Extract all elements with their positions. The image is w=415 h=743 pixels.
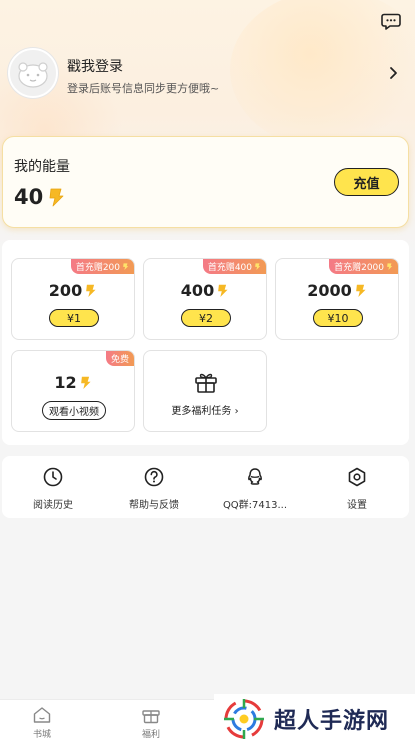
free-video-reward[interactable]: 免费 12 观看小视频	[11, 350, 135, 432]
first-recharge-badge: 首充赠400	[202, 259, 266, 274]
badge-text: 首充赠200	[75, 263, 120, 273]
gift-box-icon	[195, 373, 217, 393]
avatar[interactable]	[8, 48, 58, 98]
site-watermark: 超人手游网	[214, 694, 415, 743]
amount-text: 12	[54, 373, 77, 392]
energy-coin-icon	[255, 263, 261, 270]
badge-text: 首充赠400	[207, 263, 252, 273]
amount-text: 2000	[307, 281, 352, 300]
history-clock-icon	[43, 467, 63, 487]
nav-label: 福利	[141, 730, 160, 740]
tool-label: 帮助与反馈	[129, 500, 179, 511]
qq-penguin-icon	[248, 468, 262, 485]
first-recharge-badge: 首充赠2000	[329, 259, 398, 274]
package-amount: 200	[12, 281, 134, 300]
amount-text: 400	[180, 281, 215, 300]
tools-panel: 阅读历史 帮助与反馈 QQ群:7413... 设置	[2, 456, 409, 518]
recharge-package-400[interactable]: 首充赠400 400 ¥2	[143, 258, 267, 340]
energy-balance: 40	[14, 185, 65, 209]
message-button[interactable]	[380, 12, 402, 32]
price-button[interactable]: ¥2	[181, 309, 231, 327]
reward-amount: 12	[12, 373, 134, 392]
reading-history-button[interactable]: 阅读历史	[3, 466, 103, 511]
energy-coin-icon	[387, 263, 393, 270]
energy-coin-icon	[80, 376, 91, 389]
help-feedback-button[interactable]: 帮助与反馈	[104, 466, 204, 511]
energy-coin-icon	[218, 284, 228, 297]
more-tasks-label: 更多福利任务 ›	[171, 406, 239, 417]
recharge-button[interactable]: 充值	[334, 168, 399, 196]
settings-hexagon-icon	[348, 467, 366, 487]
rewards-panel: 首充赠200 200 ¥1 首充赠400 400 ¥2 首充赠2000 2000…	[2, 240, 409, 445]
energy-coin-icon	[86, 284, 96, 297]
nav-item-welfare[interactable]: 福利	[121, 706, 181, 740]
tool-label: 阅读历史	[33, 500, 73, 511]
nav-label: 书城	[32, 730, 51, 740]
badge-text: 免费	[110, 355, 129, 365]
price-button[interactable]: ¥10	[313, 309, 363, 327]
gift-icon	[142, 710, 160, 724]
recharge-package-200[interactable]: 首充赠200 200 ¥1	[11, 258, 135, 340]
qq-group-button[interactable]: QQ群:7413...	[205, 466, 305, 511]
recharge-package-2000[interactable]: 首充赠2000 2000 ¥10	[275, 258, 399, 340]
login-subtitle: 登录后账号信息同步更方便哦~	[67, 82, 220, 95]
watermark-text: 超人手游网	[274, 708, 390, 734]
nav-item-bookstore[interactable]: 书城	[12, 706, 72, 740]
price-button[interactable]: ¥1	[49, 309, 99, 327]
default-avatar-icon	[18, 62, 48, 88]
login-title[interactable]: 戳我登录	[67, 56, 123, 76]
tool-label: 设置	[347, 500, 367, 511]
settings-button[interactable]: 设置	[307, 466, 407, 511]
energy-title: 我的能量	[14, 159, 70, 175]
home-icon	[33, 707, 51, 723]
package-amount: 2000	[276, 281, 398, 300]
chevron-right-icon[interactable]	[386, 65, 400, 81]
badge-text: 首充赠2000	[334, 263, 384, 273]
chat-bubble-icon	[381, 13, 401, 30]
help-question-icon	[144, 467, 164, 487]
package-amount: 400	[144, 281, 266, 300]
free-badge: 免费	[105, 351, 134, 366]
energy-card: 我的能量 40 充值	[2, 136, 409, 228]
tool-label: QQ群:7413...	[222, 500, 288, 511]
energy-coin-icon	[49, 188, 64, 207]
more-tasks-tile[interactable]: 更多福利任务 ›	[143, 350, 267, 432]
amount-text: 200	[48, 281, 83, 300]
energy-coin-icon	[123, 263, 129, 270]
energy-coin-icon	[355, 284, 366, 297]
energy-value: 40	[14, 185, 44, 209]
first-recharge-badge: 首充赠200	[70, 259, 134, 274]
watermark-logo-icon	[224, 698, 264, 739]
watch-video-button[interactable]: 观看小视频	[42, 401, 106, 420]
